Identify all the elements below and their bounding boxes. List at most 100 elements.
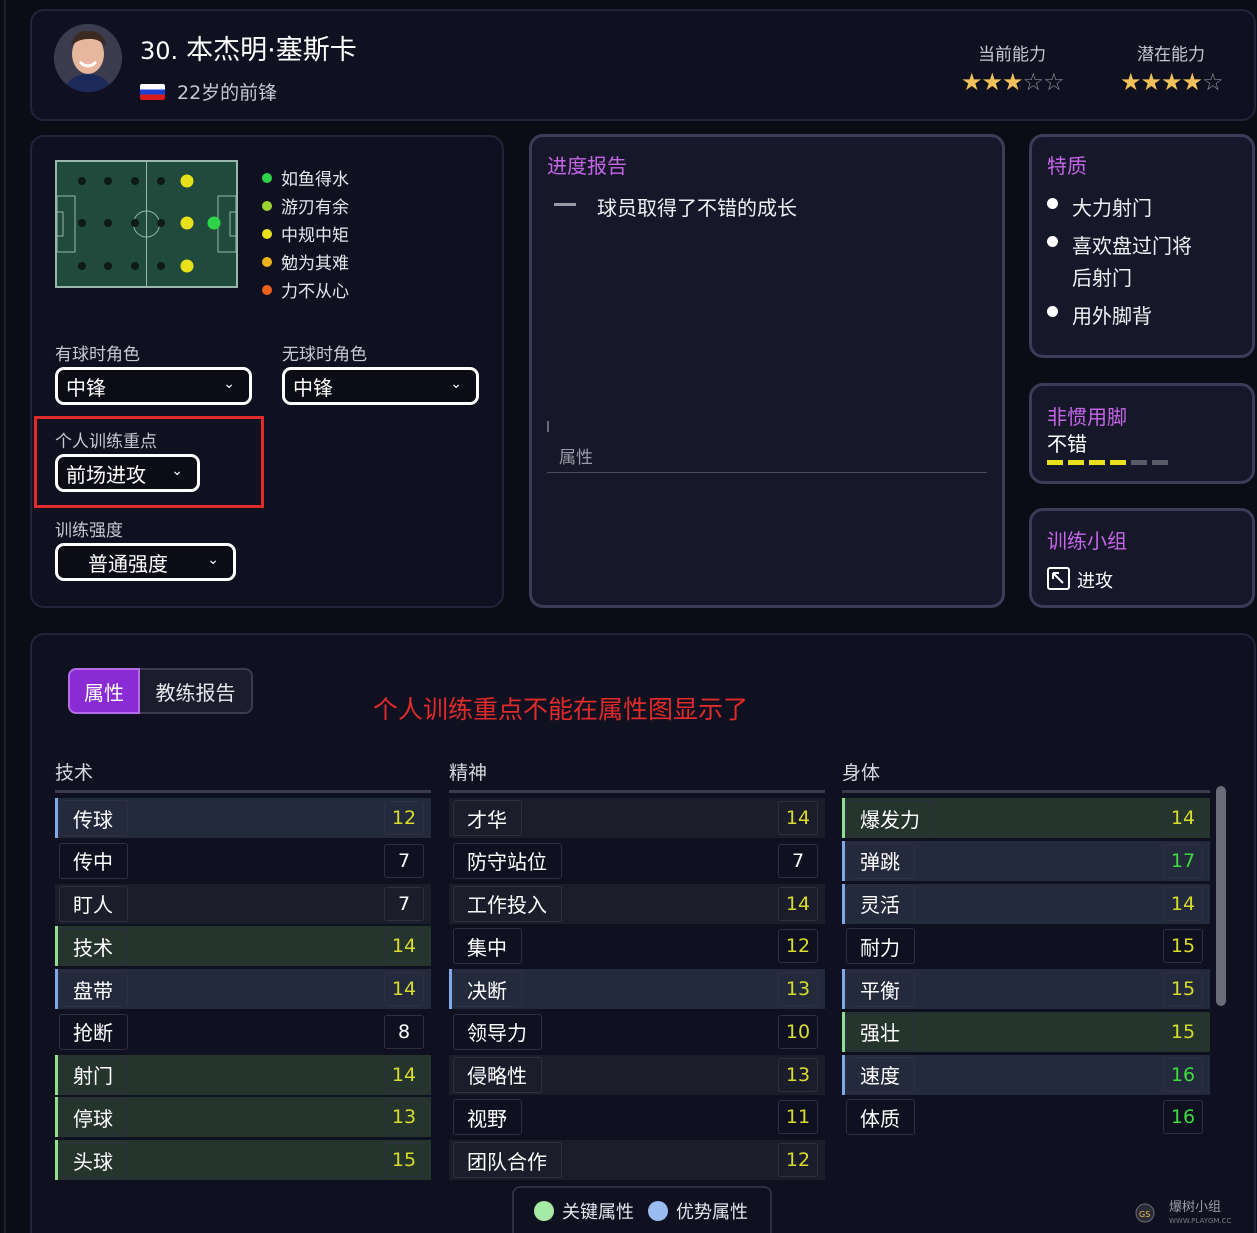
attribute-value: 14	[1163, 801, 1203, 835]
position-legend-label: 力不从心	[281, 282, 349, 302]
player-avatar	[54, 24, 122, 92]
attribute-row[interactable]: 停球 13	[55, 1097, 431, 1138]
attribute-value: 7	[384, 886, 424, 921]
progress-report-title: 进度报告	[547, 154, 627, 178]
attribute-value: 14	[1163, 886, 1203, 921]
position-legend-label: 中规中矩	[281, 226, 349, 246]
position-dot-st	[207, 216, 221, 230]
attribute-row[interactable]: 平衡 15	[842, 969, 1210, 1009]
position-legend-label: 勉为其难	[281, 254, 349, 274]
player-number: 30.	[140, 37, 179, 65]
attribute-name: 体质	[846, 1099, 915, 1136]
position-legend-item: 游刃有余	[262, 193, 349, 218]
attribute-marker	[842, 969, 845, 1009]
attribute-name: 速度	[846, 1056, 915, 1093]
attribute-row[interactable]: 侵略性 13	[449, 1054, 825, 1095]
weak-foot-value: 不错	[1047, 432, 1087, 456]
strong-attribute-dot	[648, 1201, 668, 1221]
current-ability-label: 当前能力	[978, 45, 1046, 65]
attribute-row[interactable]: 耐力 15	[842, 926, 1210, 967]
attribute-row[interactable]: 弹跳 17	[842, 840, 1210, 881]
star-icon: ☆	[1202, 68, 1223, 96]
attribute-name: 视野	[453, 1099, 522, 1136]
attribute-row[interactable]: 视野 11	[449, 1097, 825, 1138]
attribute-row[interactable]: 传球 12	[55, 798, 431, 838]
attribute-row[interactable]: 才华 14	[449, 798, 825, 838]
out-possession-role-label: 无球时角色	[282, 345, 367, 365]
attribute-row[interactable]: 强壮 15	[842, 1011, 1210, 1052]
in-possession-role-label: 有球时角色	[55, 345, 140, 365]
trait-item: 喜欢盘过门将	[1047, 230, 1192, 259]
position-legend-item: 力不从心	[262, 277, 349, 302]
watermark-logo: GS 爆树小组 WWW.PLAYGM.CC	[1135, 1196, 1250, 1226]
attribute-row[interactable]: 防守站位 7	[449, 840, 825, 881]
attribute-row[interactable]: 决断 13	[449, 969, 825, 1009]
attribute-marker	[55, 1054, 58, 1095]
attribute-row[interactable]: 灵活 14	[842, 883, 1210, 924]
attribute-value: 17	[1163, 843, 1203, 878]
chart-axis-tick	[547, 421, 549, 432]
attribute-row[interactable]: 盯人 7	[55, 883, 431, 924]
weak-foot-bar	[1152, 460, 1168, 465]
attribute-value: 15	[1163, 1014, 1203, 1049]
attribute-name: 强壮	[846, 1013, 915, 1050]
attribute-row[interactable]: 领导力 10	[449, 1011, 825, 1052]
trait-item: 用外脚背	[1047, 300, 1152, 329]
attribute-value: 10	[778, 1014, 818, 1049]
attribute-row[interactable]: 盘带 14	[55, 969, 431, 1009]
attribute-row[interactable]: 团队合作 12	[449, 1140, 825, 1180]
potential-ability-label: 潜在能力	[1137, 45, 1205, 65]
player-age-position: 22岁的前锋	[177, 82, 278, 104]
attribute-row[interactable]: 传中 7	[55, 840, 431, 881]
attribute-row[interactable]: 工作投入 14	[449, 883, 825, 924]
bullet-icon	[1047, 198, 1058, 209]
training-intensity-dropdown[interactable]: 普通强度 ⌄	[55, 543, 236, 581]
bullet-icon	[1047, 236, 1058, 247]
position-legend-label: 如鱼得水	[281, 170, 349, 190]
attribute-row[interactable]: 抢断 8	[55, 1011, 431, 1052]
attribute-row[interactable]: 爆发力 14	[842, 798, 1210, 838]
attribute-name: 爆发力	[846, 800, 935, 836]
attribute-name: 领导力	[453, 1013, 542, 1050]
in-possession-role-dropdown[interactable]: 中锋 ⌄	[55, 367, 252, 405]
attribute-name: 射门	[59, 1056, 128, 1093]
attribute-name: 才华	[453, 800, 522, 836]
traits-title: 特质	[1047, 154, 1087, 178]
out-possession-role-dropdown[interactable]: 中锋 ⌄	[282, 367, 479, 405]
attribute-row[interactable]: 速度 16	[842, 1054, 1210, 1095]
star-icon: ★	[981, 68, 1003, 96]
tab-coach-report[interactable]: 教练报告	[140, 668, 253, 714]
progress-report-text: 球员取得了不错的成长	[597, 196, 797, 220]
annotation-text: 个人训练重点不能在属性图显示了	[373, 695, 749, 724]
attribute-value: 8	[384, 1014, 424, 1049]
attribute-row[interactable]: 头球 15	[55, 1140, 431, 1180]
tab-attributes[interactable]: 属性	[68, 668, 140, 714]
strong-attribute-label: 优势属性	[676, 1202, 748, 1223]
attributes-scrollbar[interactable]	[1216, 786, 1226, 1006]
attribute-value: 16	[1163, 1057, 1203, 1092]
attribute-row[interactable]: 技术 14	[55, 926, 431, 967]
attribute-value: 14	[778, 886, 818, 921]
star-icon: ★	[1161, 68, 1182, 96]
attribute-value: 13	[384, 1100, 424, 1135]
attribute-value: 7	[778, 843, 818, 878]
progress-axis-line	[547, 472, 987, 473]
attribute-marker	[55, 969, 58, 1009]
attribute-row[interactable]: 射门 14	[55, 1054, 431, 1095]
position-dot-amc	[180, 216, 194, 230]
attribute-row[interactable]: 集中 12	[449, 926, 825, 967]
star-icon: ★	[961, 68, 982, 96]
training-group-panel	[1029, 508, 1255, 608]
attribute-column-title: 精神	[449, 762, 488, 784]
attribute-name: 技术	[59, 928, 128, 965]
attribute-value: 14	[384, 972, 424, 1006]
training-group-value: 进攻	[1077, 571, 1113, 592]
position-pitch[interactable]	[55, 160, 238, 288]
attribute-value: 14	[384, 1057, 424, 1092]
weak-foot-title: 非惯用脚	[1047, 405, 1127, 429]
slovenia-flag-icon	[140, 83, 165, 100]
attribute-row[interactable]: 体质 16	[842, 1097, 1210, 1138]
trait-item-continuation: 后射门	[1072, 262, 1132, 291]
star-icon: ☆	[1043, 68, 1064, 96]
left-edge	[0, 0, 6, 1233]
